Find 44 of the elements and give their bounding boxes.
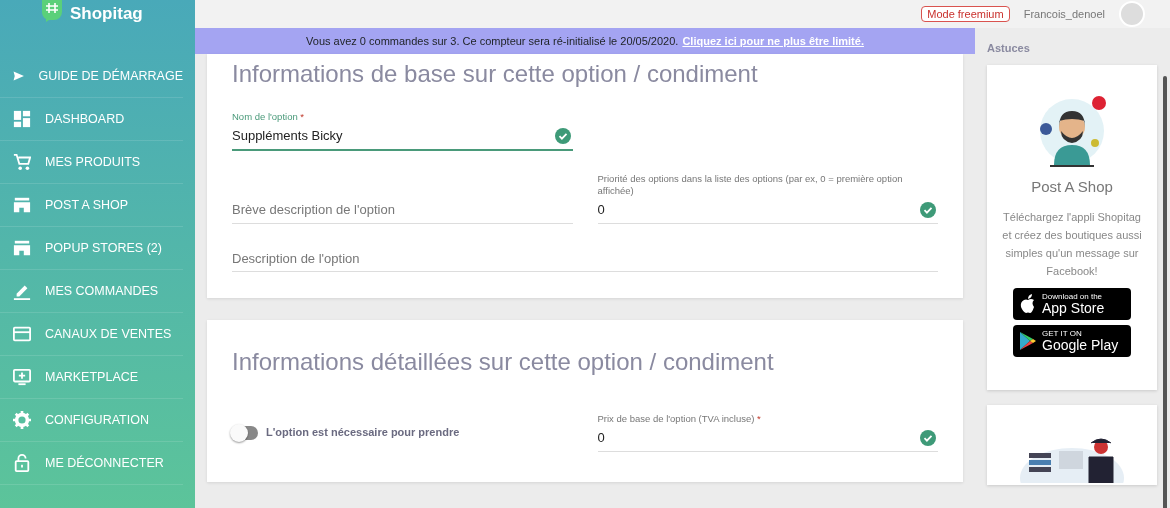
input-field[interactable]: 0 xyxy=(597,198,938,223)
field-label: Priorité des options dans la liste des options (par ex, 0 = première option affichée) xyxy=(597,172,904,198)
sidebar-item[interactable]: ME DÉCONNECTER xyxy=(0,442,183,485)
section-title: Informations détaillées sur cette option / condiment xyxy=(232,348,775,378)
store-icon xyxy=(13,239,31,257)
sidebar-item[interactable]: POST A SHOP xyxy=(0,184,183,227)
monitor-plus-icon xyxy=(13,368,31,386)
padlock-icon xyxy=(13,454,31,472)
store-badge[interactable]: Download on the App Store xyxy=(1013,288,1131,321)
card-icon xyxy=(13,325,31,343)
upgrade-link[interactable]: Cliquez ici pour ne plus être limité. xyxy=(682,32,864,50)
tip-title: Post A Shop xyxy=(1030,177,1114,196)
tip-text: Téléchargez l'appli Shopitag et créez des boutiques aussi simples qu'un message sur Facebook! xyxy=(1001,209,1143,279)
sidebar-item[interactable]: GUIDE DE DÉMARRAGE xyxy=(0,55,183,98)
sidebar-item[interactable]: CONFIGURATION xyxy=(0,399,183,442)
sidebar-item[interactable]: MARKETPLACE xyxy=(0,356,183,399)
cart-icon xyxy=(13,153,31,171)
sidebar-item[interactable]: CANAUX DE VENTES xyxy=(0,313,183,356)
avatar[interactable] xyxy=(1119,1,1145,27)
sidebar-item[interactable]: MES PRODUITS xyxy=(0,141,183,184)
apple-icon xyxy=(1019,294,1037,315)
logo-icon xyxy=(40,0,64,22)
scrollbar[interactable] xyxy=(1163,76,1167,508)
section-title: Informations de base sur cette option / condiment xyxy=(232,60,759,89)
plan-badge: Mode freemium xyxy=(921,6,1010,22)
logo-text: Shopitag xyxy=(70,5,143,22)
store-badge[interactable]: GET IT ON Google Play xyxy=(1013,325,1131,358)
settings-icon xyxy=(13,411,31,429)
field-label: Prix de base de l'option (TVA incluse) * xyxy=(597,413,762,426)
sidebar-item[interactable]: MES COMMANDES xyxy=(0,270,183,313)
sidebar-item[interactable]: DASHBOARD xyxy=(0,98,183,141)
tips-title: Astuces xyxy=(987,41,1031,56)
dashboard-icon xyxy=(13,110,31,128)
input-field[interactable]: Suppléments Bicky xyxy=(232,124,573,149)
sidebar-item[interactable]: POPUP STORES (2) xyxy=(0,227,183,270)
notice-text: Vous avez 0 commandes sur 3. Ce compteur sera ré-initialisé le 20/05/2020. xyxy=(306,33,679,49)
field-label: Nom de l'option * xyxy=(232,110,306,124)
toggle-switch[interactable]: L'option est nécessaire pour prendre xyxy=(232,424,573,441)
store-icon xyxy=(13,196,31,214)
input-field[interactable]: 0 xyxy=(597,426,938,451)
input-field[interactable]: Description de l'option xyxy=(232,246,938,272)
input-field[interactable]: Brève description de l'option xyxy=(232,198,573,223)
username[interactable]: Francois_denoel xyxy=(1023,7,1105,21)
play-icon xyxy=(1019,331,1037,352)
